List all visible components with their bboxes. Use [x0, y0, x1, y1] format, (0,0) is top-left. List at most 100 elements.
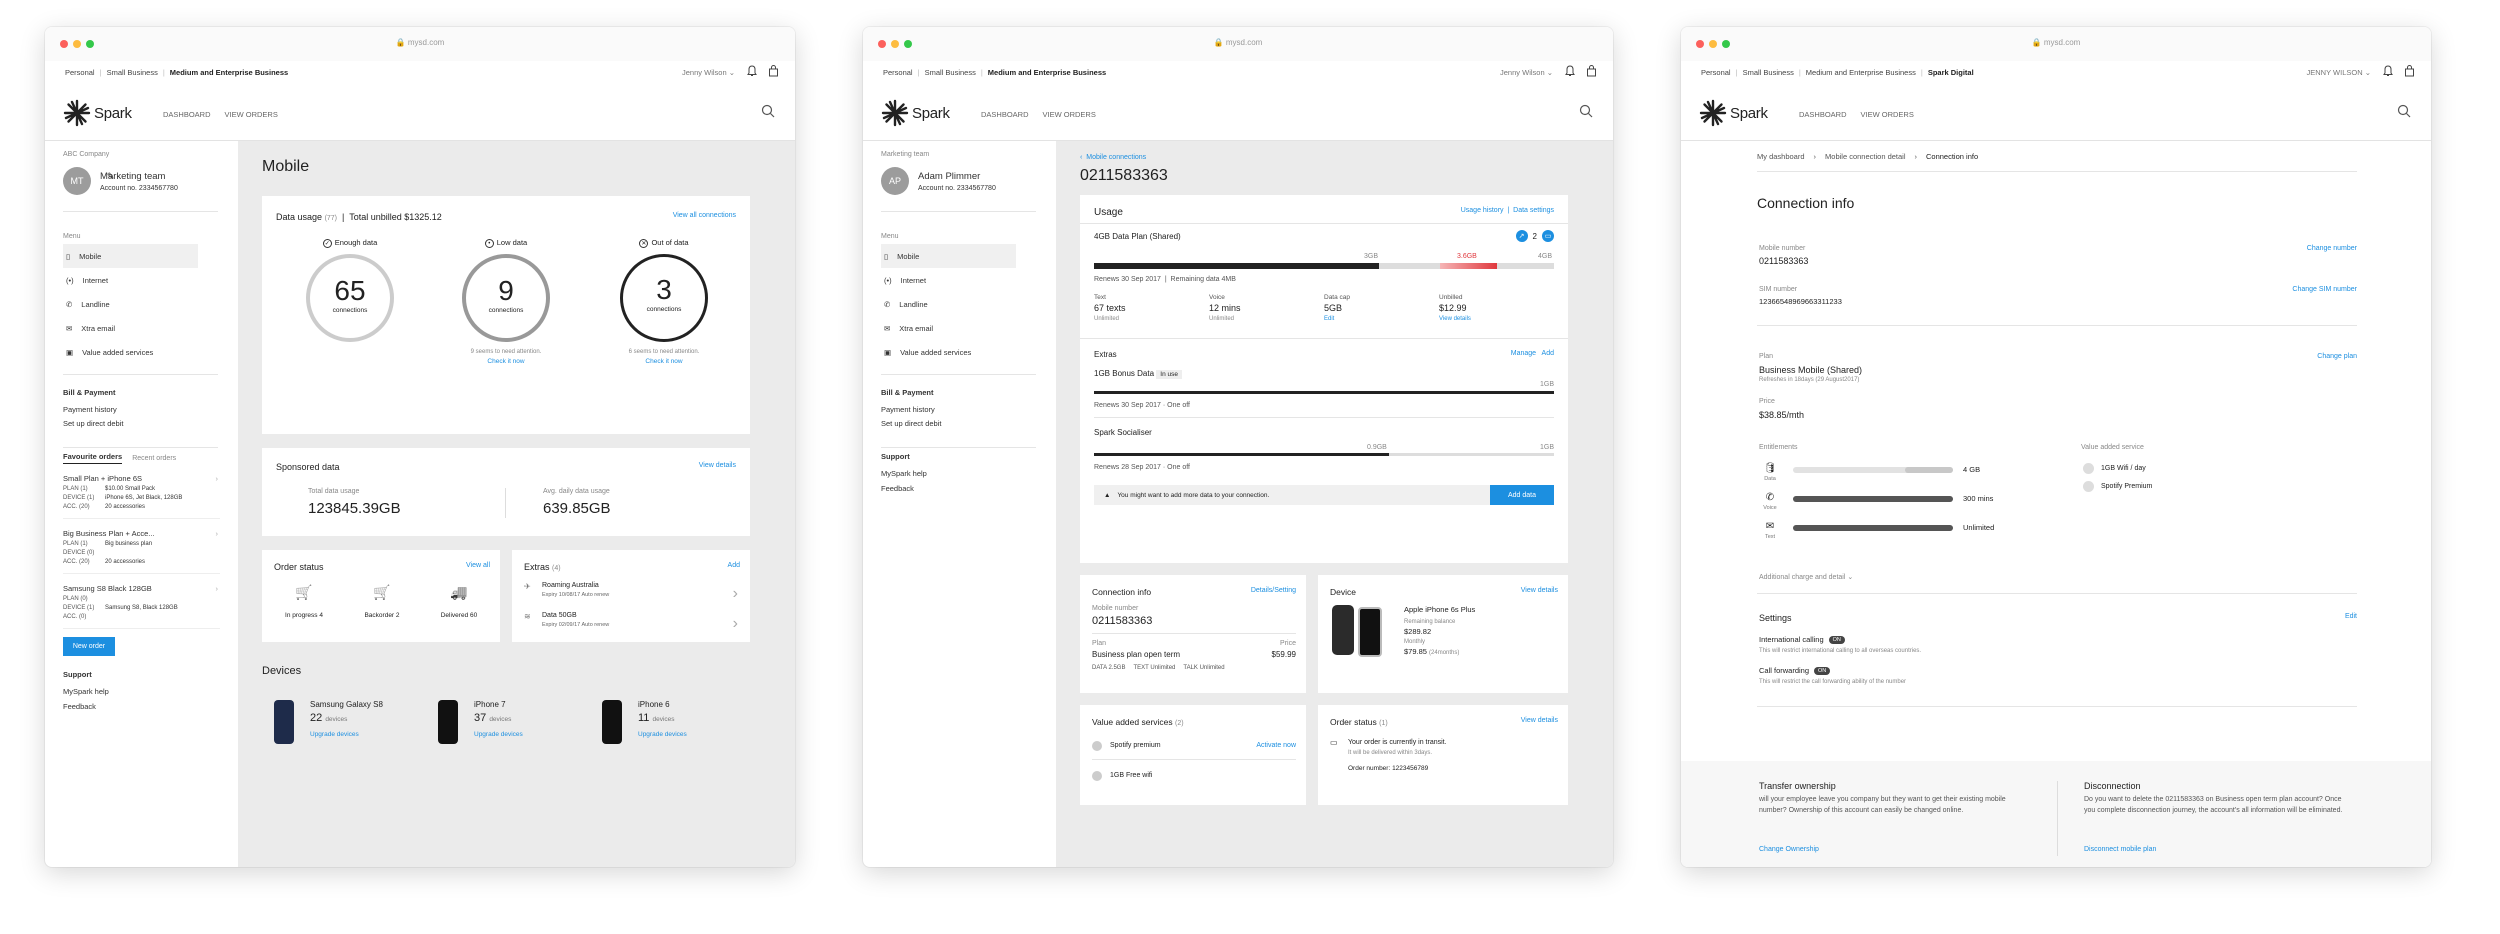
menu-item-vas[interactable]: ▣ Value added services	[881, 340, 1038, 364]
check-now-link[interactable]: Check it now	[624, 358, 704, 365]
stat-link[interactable]: Edit	[1324, 316, 1334, 322]
chevron-right-icon[interactable]: ›	[216, 529, 219, 538]
additional-charge-toggle[interactable]: Additional charge and detail ⌄	[1759, 573, 1853, 581]
help-link[interactable]: MySpark help	[63, 687, 220, 696]
add-data-button[interactable]: Add data	[1490, 485, 1554, 505]
connections-circle[interactable]: 65 connections	[306, 254, 394, 342]
fwd-toggle[interactable]: ON	[1814, 666, 1831, 675]
intl-toggle[interactable]: ON	[1828, 635, 1845, 644]
usage-history-link[interactable]: Usage history	[1461, 207, 1504, 214]
menu-item-email[interactable]: ✉ Xtra email	[63, 316, 220, 340]
nav-dashboard[interactable]: DASHBOARD	[981, 110, 1029, 119]
segment-enterprise[interactable]: Medium and Enterprise Business	[1806, 68, 1916, 77]
help-link[interactable]: MySpark help	[881, 469, 1038, 478]
connections-circle[interactable]: 9 connections	[462, 254, 550, 342]
back-link[interactable]: ‹ Mobile connections	[1080, 154, 1146, 161]
order-view-all[interactable]: View all	[466, 562, 490, 569]
nav-view-orders[interactable]: VIEW ORDERS	[225, 110, 278, 119]
os-view-details[interactable]: View details	[1521, 717, 1558, 724]
change-ownership-link[interactable]: Change Ownership	[1759, 846, 1819, 853]
manage-link[interactable]: Manage	[1511, 350, 1536, 357]
nav-view-orders[interactable]: VIEW ORDERS	[1043, 110, 1096, 119]
menu-item-mobile[interactable]: ▯ Mobile	[63, 244, 198, 268]
user-menu[interactable]: JENNY WILSON ⌄	[2307, 68, 2372, 77]
segment-spark-digital[interactable]: Spark Digital	[1928, 68, 1974, 77]
tab-favourite-orders[interactable]: Favourite orders	[63, 452, 123, 464]
extras-add-link[interactable]: Add	[728, 562, 740, 569]
tab-recent-orders[interactable]: Recent orders	[132, 455, 176, 462]
order-item[interactable]: Samsung S8 Black 128GB › PLAN (0) DEVICE (1…	[63, 584, 220, 629]
device-tile[interactable]: iPhone 7 37 devices Upgrade devices	[426, 690, 586, 762]
nav-dashboard[interactable]: DASHBOARD	[163, 110, 211, 119]
nav-dashboard[interactable]: DASHBOARD	[1799, 110, 1847, 119]
segment-small-business[interactable]: Small Business	[107, 68, 158, 77]
menu-item-email[interactable]: ✉ Xtra email	[881, 316, 1038, 340]
feedback-link[interactable]: Feedback	[881, 484, 1038, 493]
breadcrumb-dashboard[interactable]: My dashboard	[1757, 152, 1805, 161]
bell-icon[interactable]	[747, 65, 757, 77]
cart-icon[interactable]	[2404, 65, 2415, 77]
new-order-button[interactable]: New order	[63, 637, 115, 656]
address-bar[interactable]: 🔒 mysd.com	[45, 38, 795, 47]
device-tile[interactable]: Samsung Galaxy S8 22 devices Upgrade devic…	[262, 690, 422, 762]
segment-enterprise[interactable]: Medium and Enterprise Business	[988, 68, 1106, 77]
menu-item-vas[interactable]: ▣ Value added services	[63, 340, 220, 364]
user-menu[interactable]: Jenny Wilson ⌄	[682, 68, 735, 77]
feedback-link[interactable]: Feedback	[63, 702, 220, 711]
payment-history-link[interactable]: Payment history	[63, 405, 220, 414]
device-tile[interactable]: iPhone 6 11 devices Upgrade devices	[590, 690, 750, 762]
chevron-right-icon[interactable]: ›	[733, 615, 738, 633]
segment-personal[interactable]: Personal	[65, 68, 95, 77]
order-item[interactable]: Big Business Plan + Acce... › PLAN (1) Big …	[63, 529, 220, 574]
direct-debit-link[interactable]: Set up direct debit	[881, 419, 1038, 428]
settings-edit-link[interactable]: Edit	[2345, 613, 2357, 620]
cart-icon[interactable]	[1586, 65, 1597, 77]
device-view-details[interactable]: View details	[1521, 587, 1558, 594]
breadcrumb-connection-detail[interactable]: Mobile connection detail	[1825, 152, 1905, 161]
share-icon[interactable]: ↗	[1515, 230, 1528, 242]
chat-icon[interactable]: ▭	[1542, 230, 1554, 242]
search-icon[interactable]	[761, 104, 775, 118]
cart-icon[interactable]	[768, 65, 779, 77]
spark-logo[interactable]: Spark	[1699, 99, 1768, 127]
menu-item-mobile[interactable]: ▯ Mobile	[881, 244, 1016, 268]
payment-history-link[interactable]: Payment history	[881, 405, 1038, 414]
disconnect-link[interactable]: Disconnect mobile plan	[2084, 846, 2156, 853]
check-now-link[interactable]: Check it now	[466, 358, 546, 365]
spark-logo[interactable]: Spark	[63, 99, 132, 127]
activate-link[interactable]: Activate now	[1256, 742, 1296, 749]
bell-icon[interactable]	[2383, 65, 2393, 77]
upgrade-devices-link[interactable]: Upgrade devices	[310, 731, 359, 738]
sponsored-view-details[interactable]: View details	[699, 462, 736, 469]
view-all-connections-link[interactable]: View all connections	[673, 212, 736, 219]
segment-small-business[interactable]: Small Business	[1743, 68, 1794, 77]
chevron-right-icon[interactable]: ›	[733, 585, 738, 603]
details-settings-link[interactable]: Details/Setting	[1251, 587, 1296, 594]
change-sim-link[interactable]: Change SIM number	[2292, 286, 2357, 293]
data-settings-link[interactable]: Data settings	[1513, 207, 1554, 214]
segment-personal[interactable]: Personal	[1701, 68, 1731, 77]
chevron-right-icon[interactable]: ›	[216, 584, 219, 593]
edit-icon[interactable]: ✎	[107, 171, 115, 182]
chevron-right-icon[interactable]: ›	[216, 474, 219, 483]
order-item[interactable]: Small Plan + iPhone 6S › PLAN (1) $10.00 Sm…	[63, 474, 220, 519]
menu-item-landline[interactable]: ✆ Landline	[63, 292, 220, 316]
segment-small-business[interactable]: Small Business	[925, 68, 976, 77]
segment-personal[interactable]: Personal	[883, 68, 913, 77]
search-icon[interactable]	[2397, 104, 2411, 118]
direct-debit-link[interactable]: Set up direct debit	[63, 419, 220, 428]
menu-item-internet[interactable]: (•) Internet	[63, 268, 220, 292]
add-link[interactable]: Add	[1542, 350, 1554, 357]
segment-enterprise[interactable]: Medium and Enterprise Business	[170, 68, 288, 77]
nav-view-orders[interactable]: VIEW ORDERS	[1861, 110, 1914, 119]
stat-link[interactable]: View details	[1439, 316, 1471, 322]
search-icon[interactable]	[1579, 104, 1593, 118]
spark-logo[interactable]: Spark	[881, 99, 950, 127]
change-plan-link[interactable]: Change plan	[2317, 353, 2357, 360]
connections-circle[interactable]: 3 connections	[620, 254, 708, 342]
menu-item-internet[interactable]: (•) Internet	[881, 268, 1038, 292]
bell-icon[interactable]	[1565, 65, 1575, 77]
upgrade-devices-link[interactable]: Upgrade devices	[638, 731, 687, 738]
address-bar[interactable]: 🔒 mysd.com	[1681, 38, 2431, 47]
address-bar[interactable]: 🔒 mysd.com	[863, 38, 1613, 47]
